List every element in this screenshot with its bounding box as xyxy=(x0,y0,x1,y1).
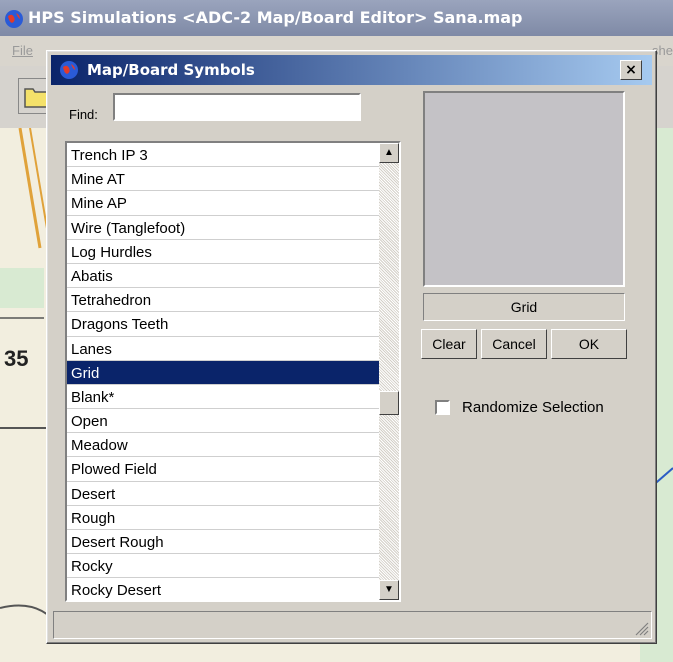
app-titlebar: HPS Simulations <ADC-2 Map/Board Editor>… xyxy=(0,0,673,36)
list-item[interactable]: Rocky Desert xyxy=(67,578,381,600)
list-item[interactable]: Desert xyxy=(67,482,381,506)
find-label: Find: xyxy=(69,107,98,122)
map-board-symbols-dialog: Map/Board Symbols × Find: Trench IP 3 Min… xyxy=(46,50,657,644)
preview-symbol-name: Grid xyxy=(423,293,625,321)
dialog-title: Map/Board Symbols xyxy=(87,61,255,79)
list-item[interactable]: Mine AP xyxy=(67,191,381,216)
list-item[interactable]: Trench IP 3 xyxy=(67,143,381,168)
dialog-titlebar[interactable]: Map/Board Symbols × xyxy=(51,55,652,85)
list-item[interactable]: Desert Rough xyxy=(67,530,381,555)
list-item[interactable]: Grid xyxy=(67,360,381,385)
list-item[interactable]: Blank* xyxy=(67,385,381,410)
symbol-list: Trench IP 3 Mine AT Mine AP Wire (Tanglefoo… xyxy=(67,143,381,600)
list-item[interactable]: Abatis xyxy=(67,264,381,289)
status-bar xyxy=(53,611,652,639)
globe-icon xyxy=(59,60,79,84)
list-item[interactable]: Mine AT xyxy=(67,167,381,192)
list-item[interactable]: Open xyxy=(67,409,381,434)
menu-file[interactable]: File xyxy=(12,43,33,58)
list-item[interactable]: Lanes xyxy=(67,337,381,361)
scroll-thumb[interactable] xyxy=(379,391,399,415)
scroll-up-button[interactable]: ▲ xyxy=(379,143,399,163)
list-item[interactable]: Tetrahedron xyxy=(67,288,381,313)
list-item[interactable]: Log Hurdles xyxy=(67,240,381,264)
scroll-down-button[interactable]: ▼ xyxy=(379,580,399,600)
randomize-checkbox[interactable] xyxy=(435,400,450,415)
app-title: HPS Simulations <ADC-2 Map/Board Editor>… xyxy=(28,8,523,27)
resize-grip-icon[interactable] xyxy=(635,622,649,636)
map-hex-label: 35 xyxy=(4,346,29,371)
list-item[interactable]: Rough xyxy=(67,506,381,530)
vertical-scrollbar[interactable]: ▲ ▼ xyxy=(379,143,399,600)
symbol-preview xyxy=(423,91,625,287)
randomize-label: Randomize Selection xyxy=(462,399,604,416)
clear-button[interactable]: Clear xyxy=(421,329,477,359)
find-input[interactable] xyxy=(113,93,361,121)
list-item[interactable]: Wire (Tanglefoot) xyxy=(67,216,381,240)
cancel-button[interactable]: Cancel xyxy=(481,329,547,359)
list-item[interactable]: Meadow xyxy=(67,433,381,458)
list-item[interactable]: Plowed Field xyxy=(67,457,381,482)
list-item[interactable]: Rocky xyxy=(67,554,381,579)
symbol-listbox[interactable]: Trench IP 3 Mine AT Mine AP Wire (Tanglefoo… xyxy=(65,141,401,602)
ok-button[interactable]: OK xyxy=(551,329,627,359)
list-item[interactable]: Dragons Teeth xyxy=(67,312,381,337)
close-button[interactable]: × xyxy=(620,60,642,80)
globe-icon xyxy=(4,9,24,33)
